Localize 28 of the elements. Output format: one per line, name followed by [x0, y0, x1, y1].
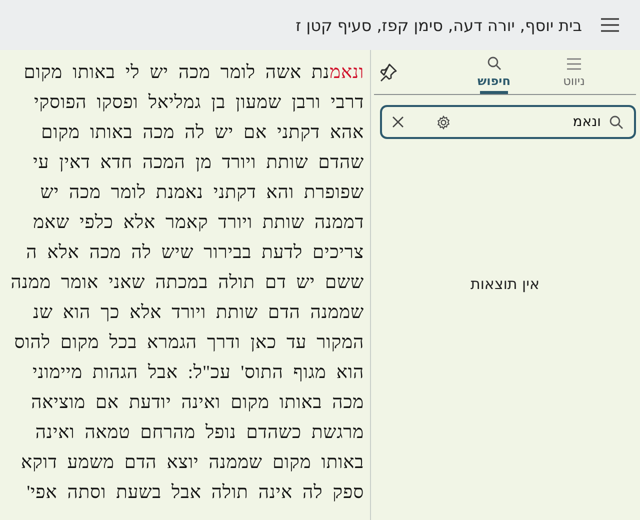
text-line: שהדם שותת ויורד מן המכה חדא דאין עי	[32, 152, 365, 175]
text-line: מכה באותו מקום ואינה יודעת אם מוציאה	[30, 392, 365, 415]
text-line: דממנה שותת ויורד קאמר אלא כלפי שאמ	[32, 212, 365, 235]
text-line: צריכים לדעת בבירור שיש לה מכה אלא ה	[25, 242, 365, 265]
text-line: ונאמנת אשה לומר מכה יש לי באותו מקום	[22, 62, 365, 85]
search-icon	[609, 114, 624, 130]
window-title: בית יוסף, יורה דעה, סימן קפז, סעיף קטן ז	[296, 16, 582, 34]
text-line: ספק לה אינה תולה אבל בשעת וסתה אפי'	[26, 482, 365, 505]
text-line: מרגשת כשהדם נופל מהרחם טמאה ואינה	[34, 422, 365, 445]
text-line: הוא מגוף התוס' עכ"ל: אבל הגהות מיימוני	[32, 362, 365, 385]
no-results-text: אין תוצאות	[470, 274, 540, 292]
tab[interactable]: חיפוש	[480, 50, 508, 94]
text-line: אהא דקתני אם יש לה מכה באותו מקום	[40, 122, 365, 145]
text-line: דרבי ורבן שמעון בן גמליאל ופסקו הפוסקי	[32, 92, 365, 115]
search-icon	[486, 56, 502, 71]
text-line: ששם יש דם תולה במכתה שאני אומר ממנה	[10, 272, 365, 295]
search-input[interactable]: ונאמ	[501, 114, 601, 130]
close-icon[interactable]	[392, 116, 404, 128]
text-line: שפופרת והא דקתני נאמנת לומר מכה יש	[39, 182, 365, 205]
menu-icon[interactable]	[600, 17, 620, 33]
menu-icon	[566, 57, 582, 71]
settings-icon[interactable]	[436, 114, 451, 130]
pin-icon[interactable]	[378, 62, 398, 82]
text-line: המקור עד כאן ודרך הגמרא בכל מקום להוס	[13, 332, 365, 355]
tab[interactable]: ניווט	[532, 50, 616, 94]
text-line: באותו מקום שממנה יוצא הדם משמע דוקא	[20, 452, 365, 475]
text-line: שממנה הדם שותת ויורד אלא כך הוא שנ	[32, 302, 365, 325]
search-field[interactable]: ונאמ	[380, 105, 636, 139]
